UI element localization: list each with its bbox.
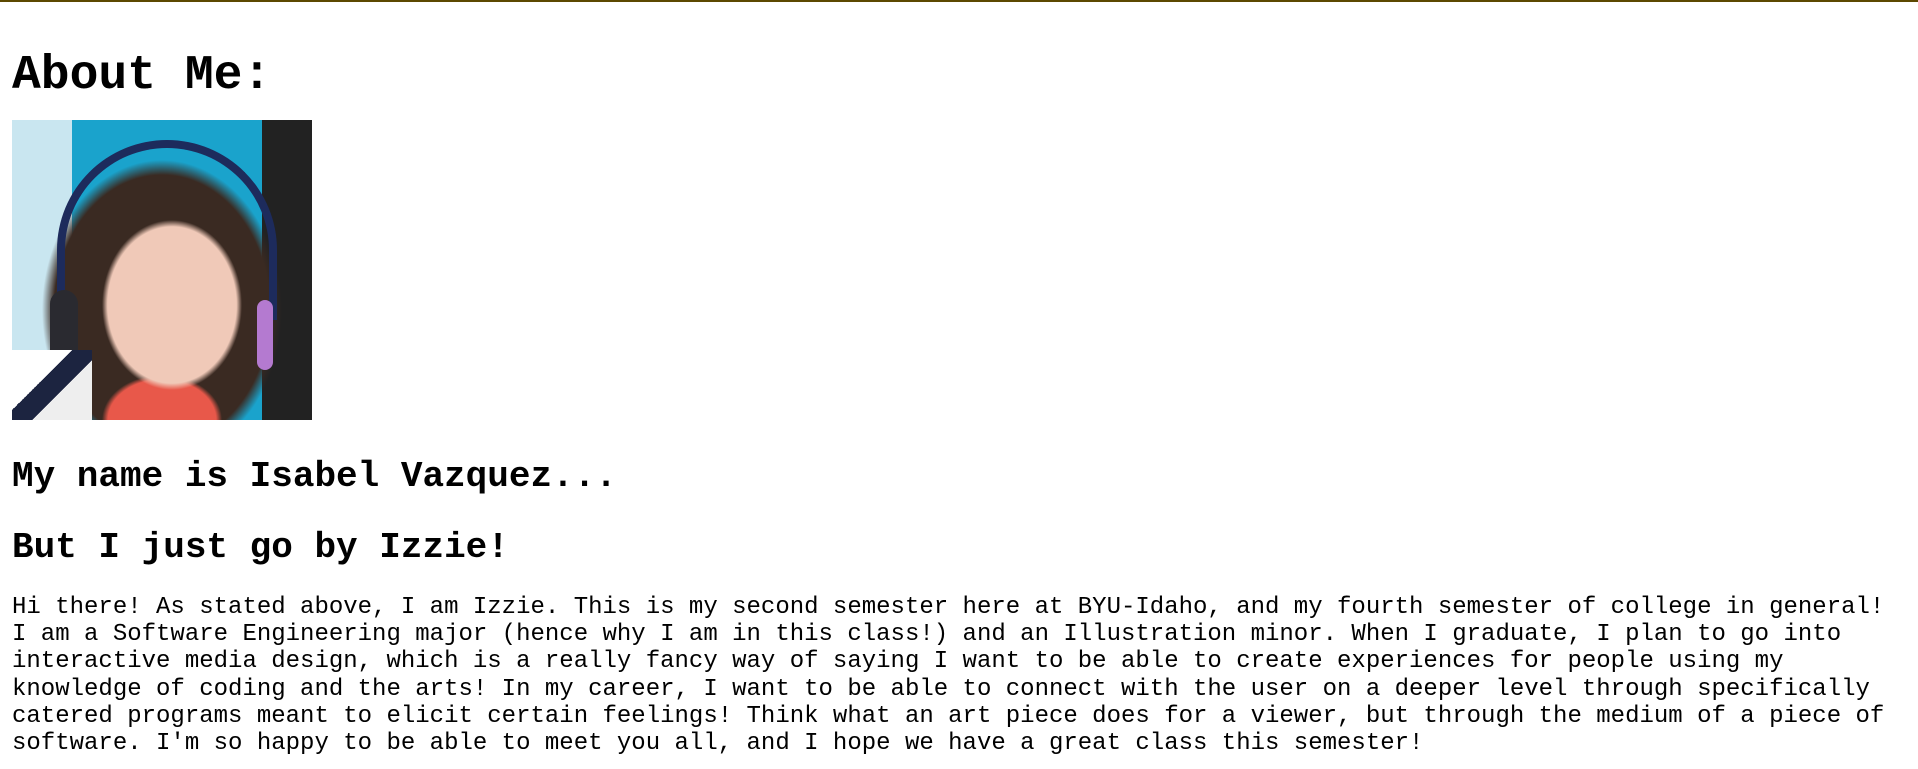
bio-paragraph: Hi there! As stated above, I am Izzie. T…	[12, 594, 1885, 758]
name-heading: My name is Isabel Vazquez...	[12, 456, 617, 497]
about-page: About Me: My name is Isabel Vazquez... B…	[0, 49, 1918, 757]
headphone-band	[57, 140, 277, 320]
profile-photo	[12, 120, 312, 420]
headphone-right	[257, 300, 273, 370]
jacket	[12, 350, 92, 420]
nickname-heading: But I just go by Izzie!	[12, 527, 509, 568]
page-title: About Me:	[12, 49, 272, 103]
